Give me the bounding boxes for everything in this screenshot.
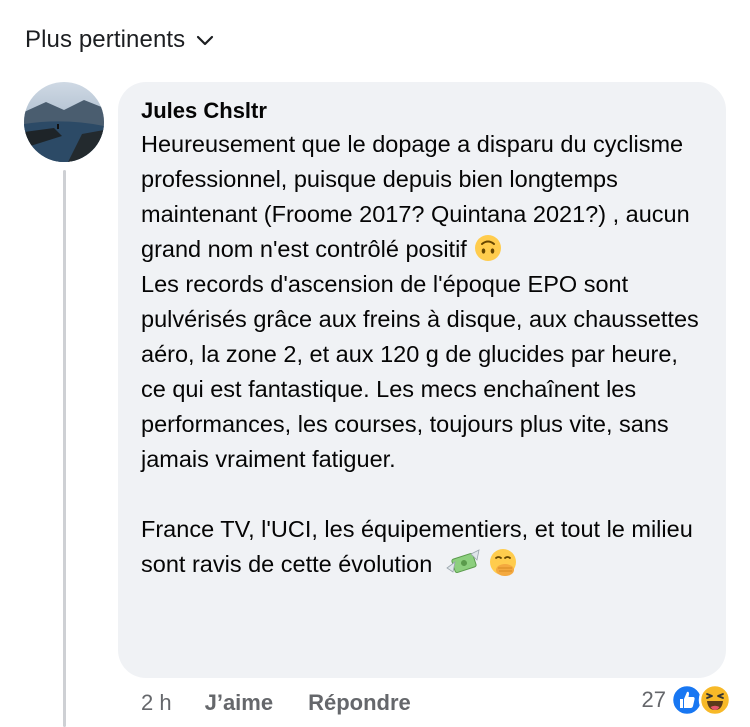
face-with-hand-over-mouth-icon: [489, 549, 516, 576]
comment-paragraph-2: Les records d'ascension de l'époque EPO …: [141, 271, 706, 472]
haha-reaction-icon: [698, 683, 732, 717]
money-with-wings-icon: [446, 549, 480, 574]
avatar-image: [24, 82, 104, 162]
comment-actions: 2 h J’aime Répondre: [141, 688, 446, 718]
comment-paragraph-1: Heureusement que le dopage a disparu du …: [141, 131, 697, 262]
reactions-summary[interactable]: 27: [642, 682, 732, 718]
comment-text: Heureusement que le dopage a disparu du …: [141, 127, 702, 582]
thread-line: [63, 170, 66, 727]
comment-bubble: Jules Chsltr Heureusement que le dopage …: [118, 82, 726, 678]
avatar[interactable]: [24, 82, 104, 162]
reaction-count: 27: [641, 687, 666, 712]
comment-timestamp[interactable]: 2 h: [141, 690, 172, 716]
reply-button[interactable]: Répondre: [308, 690, 411, 716]
upside-down-face-icon: [475, 235, 502, 261]
sort-label: Plus pertinents: [25, 26, 186, 53]
like-button[interactable]: J’aime: [205, 690, 274, 716]
sort-dropdown[interactable]: Plus pertinents: [25, 25, 215, 55]
comment-author[interactable]: Jules Chsltr: [141, 98, 702, 124]
chevron-down-icon: [197, 35, 214, 46]
comment-paragraph-3: France TV, l'UCI, les équipementiers, et…: [141, 516, 700, 577]
